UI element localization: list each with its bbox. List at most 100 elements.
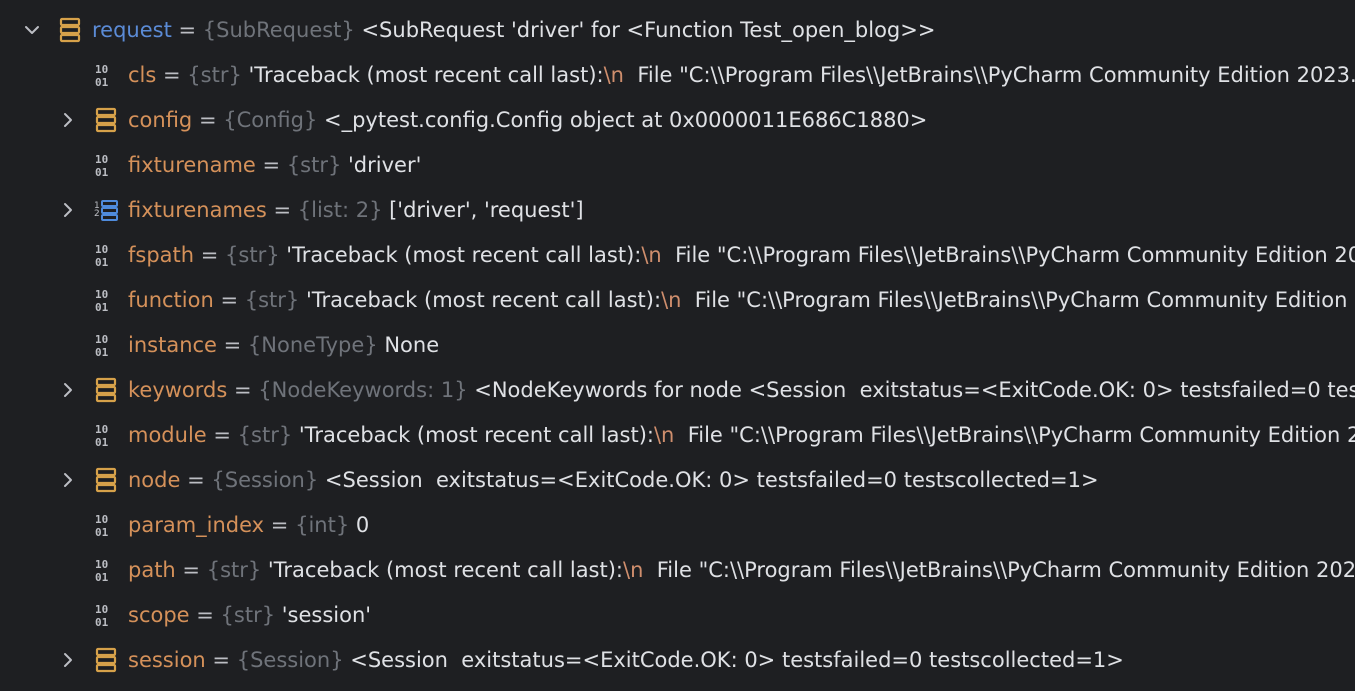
object-icon [94, 646, 118, 674]
svg-text:01: 01 [95, 616, 109, 629]
primitive-icon: 10 01 [94, 511, 118, 539]
svg-text:10: 10 [95, 423, 108, 436]
variable-name: fspath [128, 243, 195, 267]
variable-value: <Session exitstatus=<ExitCode.OK: 0> tes… [343, 648, 1124, 672]
variable-type: {NoneType} [247, 333, 378, 357]
variable-value: 'driver' [341, 153, 422, 177]
variable-value-continued: File "C:\\Program Files\\JetBrains\\PyCh… [681, 288, 1355, 312]
variable-row-cls[interactable]: 10 01 cls = {str} 'Traceback (most recen… [0, 53, 1355, 98]
svg-text:10: 10 [95, 288, 108, 301]
variable-value: 'Traceback (most recent call last): [261, 558, 624, 582]
equals-sign: = [266, 198, 298, 222]
variable-type: {int} [295, 513, 350, 537]
variable-row-function[interactable]: 10 01 function = {str} 'Traceback (most … [0, 278, 1355, 323]
variable-value: <NodeKeywords for node <Session exitstat… [474, 378, 1355, 402]
chevron-right-icon[interactable] [58, 380, 78, 400]
variable-row-fixturenames[interactable]: 1 2 fixturenames = {list: 2} ['driver', … [0, 188, 1355, 233]
variable-type: {list: 2} [297, 198, 383, 222]
chevron-right-icon[interactable] [58, 110, 78, 130]
variable-row-instance[interactable]: 10 01 instance = {NoneType} None [0, 323, 1355, 368]
variable-text: cls = {str} 'Traceback (most recent call… [128, 53, 1355, 98]
chevron-right-icon[interactable] [58, 650, 78, 670]
variable-value-continued: File "C:\\Program Files\\JetBrains\\PyCh… [674, 423, 1355, 447]
variable-name: fixturenames [128, 198, 267, 222]
list-icon: 1 2 [94, 196, 118, 224]
variable-type: {str} [237, 423, 293, 447]
equals-sign: = [175, 558, 207, 582]
equals-sign: = [194, 243, 226, 267]
variable-row-module[interactable]: 10 01 module = {str} 'Traceback (most re… [0, 413, 1355, 458]
svg-text:10: 10 [95, 63, 108, 76]
variable-value: 'Traceback (most recent call last): [299, 288, 662, 312]
variable-value: 0 [349, 513, 370, 537]
variable-row-fixturename[interactable]: 10 01 fixturename = {str} 'driver' [0, 143, 1355, 188]
variable-type: {Session} [211, 468, 319, 492]
variable-type: {str} [225, 243, 280, 267]
chevron-down-icon[interactable] [22, 20, 42, 40]
variable-text: config = {Config} <_pytest.config.Config… [128, 98, 927, 143]
primitive-icon: 10 01 [94, 286, 118, 314]
variable-type: {str} [244, 288, 300, 312]
variable-name: fixturename [128, 153, 256, 177]
primitive-icon: 10 01 [94, 331, 118, 359]
variable-value: <Session exitstatus=<ExitCode.OK: 0> tes… [318, 468, 1099, 492]
variable-text: session = {Session} <Session exitstatus=… [128, 638, 1124, 683]
variable-row-keywords[interactable]: keywords = {NodeKeywords: 1} <NodeKeywor… [0, 368, 1355, 413]
variable-row-fspath[interactable]: 10 01 fspath = {str} 'Traceback (most re… [0, 233, 1355, 278]
chevron-right-icon[interactable] [58, 470, 78, 490]
equals-sign: = [216, 333, 248, 357]
variable-type: {NodeKeywords: 1} [258, 378, 468, 402]
variable-value: 'Traceback (most recent call last): [241, 63, 604, 87]
variable-type: {Config} [223, 108, 318, 132]
variable-name: path [128, 558, 176, 582]
variable-name: function [128, 288, 214, 312]
equals-sign: = [189, 603, 221, 627]
equals-sign: = [180, 468, 212, 492]
primitive-icon: 10 01 [94, 61, 118, 89]
variable-value-continued: File "C:\\Program Files\\JetBrains\\PyCh… [661, 243, 1355, 267]
equals-sign: = [205, 648, 237, 672]
escape-sequence: \n [641, 243, 662, 267]
escape-sequence: \n [653, 423, 675, 447]
variable-row-node[interactable]: node = {Session} <Session exitstatus=<Ex… [0, 458, 1355, 503]
variable-value: ['driver', 'request'] [382, 198, 584, 222]
variable-name: node [128, 468, 181, 492]
svg-text:01: 01 [95, 571, 109, 584]
svg-text:01: 01 [95, 346, 109, 359]
variable-row-scope[interactable]: 10 01 scope = {str} 'session' [0, 593, 1355, 638]
variable-name: cls [128, 63, 157, 87]
equals-sign: = [192, 108, 224, 132]
equals-sign: = [264, 513, 296, 537]
variable-type: {str} [187, 63, 242, 87]
svg-text:2: 2 [94, 209, 100, 219]
svg-text:10: 10 [95, 243, 108, 256]
object-icon [58, 16, 82, 44]
variable-row-session[interactable]: session = {Session} <Session exitstatus=… [0, 638, 1355, 683]
svg-text:10: 10 [95, 603, 108, 616]
variable-value: 'Traceback (most recent call last): [292, 423, 654, 447]
variable-name: param_index [128, 513, 265, 537]
variable-text: fixturename = {str} 'driver' [128, 143, 421, 188]
svg-text:01: 01 [95, 436, 109, 449]
variable-type: {str} [206, 558, 262, 582]
equals-sign: = [171, 18, 203, 42]
svg-text:10: 10 [95, 558, 108, 571]
variable-value: 'session' [275, 603, 372, 627]
variable-row-param-index[interactable]: 10 01 param_index = {int} 0 [0, 503, 1355, 548]
equals-sign: = [206, 423, 238, 447]
svg-text:01: 01 [95, 76, 109, 89]
variable-value-continued: File "C:\\Program Files\\JetBrains\\PyCh… [623, 63, 1355, 87]
variable-row-path[interactable]: 10 01 path = {str} 'Traceback (most rece… [0, 548, 1355, 593]
variable-row-request[interactable]: request = {SubRequest} <SubRequest 'driv… [0, 8, 1355, 53]
svg-text:10: 10 [95, 153, 108, 166]
variable-row-config[interactable]: config = {Config} <_pytest.config.Config… [0, 98, 1355, 143]
svg-text:01: 01 [95, 256, 109, 269]
variable-value: <SubRequest 'driver' for <Function Test_… [354, 18, 936, 42]
chevron-right-icon[interactable] [58, 200, 78, 220]
variable-name: scope [128, 603, 190, 627]
variable-name: request [92, 18, 172, 42]
variable-value: 'Traceback (most recent call last): [279, 243, 642, 267]
svg-text:10: 10 [95, 333, 108, 346]
equals-sign: = [213, 288, 245, 312]
variable-value: None [377, 333, 440, 357]
